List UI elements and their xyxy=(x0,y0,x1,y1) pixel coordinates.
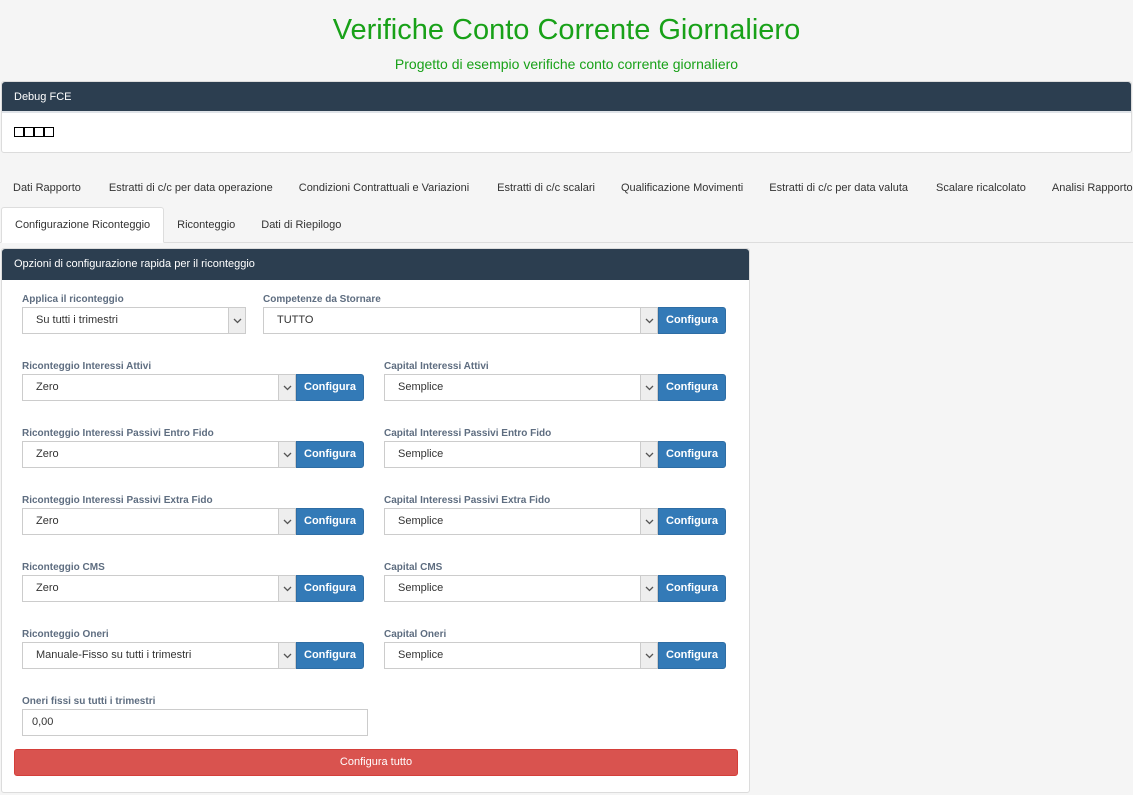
select-value: Zero xyxy=(36,381,59,393)
chevron-down-icon xyxy=(228,308,245,333)
field-label: Competenze da Stornare xyxy=(263,294,381,305)
chevron-down-icon xyxy=(640,442,657,467)
chevron-down-icon xyxy=(640,308,657,333)
chevron-down-icon xyxy=(278,442,295,467)
field-label: Riconteggio Oneri xyxy=(22,629,109,640)
field-label: Oneri fissi su tutti i trimestri xyxy=(22,696,156,707)
debug-glyph xyxy=(14,127,24,137)
tab-qualificazione-movimenti[interactable]: Qualificazione Movimenti xyxy=(608,182,756,194)
field-label: Riconteggio Interessi Passivi Extra Fido xyxy=(22,495,213,506)
field-label: Riconteggio CMS xyxy=(22,562,105,573)
select-value: Semplice xyxy=(398,582,444,594)
ric-cms-select[interactable]: Zero xyxy=(22,575,296,602)
page-subtitle: Progetto di esempio verifiche conto corr… xyxy=(394,56,739,72)
tab-riconteggio[interactable]: Riconteggio xyxy=(164,219,248,231)
field-label: Applica il riconteggio xyxy=(22,294,124,305)
configura-ric-int-pass-extra-button[interactable]: Configura xyxy=(296,508,364,535)
field-label: Capital CMS xyxy=(384,562,443,573)
configura-ric-int-pass-entro-button[interactable]: Configura xyxy=(296,441,364,468)
configura-competenze-button[interactable]: Configura xyxy=(658,307,726,334)
select-value: Semplice xyxy=(398,381,444,393)
select-value: Zero xyxy=(36,582,59,594)
cap-cms-select[interactable]: Semplice xyxy=(384,575,658,602)
configura-ric-int-attivi-button[interactable]: Configura xyxy=(296,374,364,401)
configura-cap-int-pass-extra-button[interactable]: Configura xyxy=(658,508,726,535)
debug-content xyxy=(14,127,54,137)
field-label: Capital Interessi Passivi Extra Fido xyxy=(384,495,551,506)
debug-panel: Debug FCE xyxy=(1,81,1132,153)
field-label: Capital Oneri xyxy=(384,629,447,640)
ric-int-pass-entro-select[interactable]: Zero xyxy=(22,441,296,468)
select-value: TUTTO xyxy=(277,314,314,326)
configura-cap-int-pass-entro-button[interactable]: Configura xyxy=(658,441,726,468)
tab-dati-riepilogo[interactable]: Dati di Riepilogo xyxy=(248,219,354,231)
select-value: Semplice xyxy=(398,515,444,527)
field-label: Capital Interessi Attivi xyxy=(384,361,489,372)
competenze-select[interactable]: TUTTO xyxy=(263,307,658,334)
select-value: Semplice xyxy=(398,448,444,460)
tab-condizioni-contrattuali[interactable]: Condizioni Contrattuali e Variazioni xyxy=(286,182,482,194)
cap-int-pass-extra-select[interactable]: Semplice xyxy=(384,508,658,535)
chevron-down-icon xyxy=(278,375,295,400)
configura-cap-oneri-button[interactable]: Configura xyxy=(658,642,726,669)
debug-glyph xyxy=(24,127,34,137)
chevron-down-icon xyxy=(640,643,657,668)
cap-int-attivi-select[interactable]: Semplice xyxy=(384,374,658,401)
configura-ric-cms-button[interactable]: Configura xyxy=(296,575,364,602)
debug-glyph xyxy=(44,127,54,137)
cap-int-pass-entro-select[interactable]: Semplice xyxy=(384,441,658,468)
chevron-down-icon xyxy=(640,375,657,400)
oneri-fissi-input[interactable]: 0,00 xyxy=(22,709,368,736)
config-panel: Opzioni di configurazione rapida per il … xyxy=(1,248,750,793)
select-value: Zero xyxy=(36,448,59,460)
chevron-down-icon xyxy=(278,576,295,601)
debug-glyph xyxy=(34,127,44,137)
tab-scalare-ricalcolato[interactable]: Scalare ricalcolato xyxy=(923,182,1039,194)
configura-cap-cms-button[interactable]: Configura xyxy=(658,575,726,602)
tabs-secondary: Configurazione Riconteggio Riconteggio D… xyxy=(0,207,1133,243)
config-panel-title: Opzioni di configurazione rapida per il … xyxy=(2,249,749,280)
ric-int-pass-extra-select[interactable]: Zero xyxy=(22,508,296,535)
configura-cap-int-attivi-button[interactable]: Configura xyxy=(658,374,726,401)
tab-estratti-data-operazione[interactable]: Estratti di c/c per data operazione xyxy=(96,182,286,194)
select-value: Su tutti i trimestri xyxy=(36,314,118,326)
select-value: Zero xyxy=(36,515,59,527)
applica-select[interactable]: Su tutti i trimestri xyxy=(22,307,246,334)
tab-estratti-data-valuta[interactable]: Estratti di c/c per data valuta xyxy=(756,182,921,194)
tabs-primary: Dati Rapporto Estratti di c/c per data o… xyxy=(0,175,1133,201)
field-label: Riconteggio Interessi Passivi Entro Fido xyxy=(22,428,214,439)
field-label: Capital Interessi Passivi Entro Fido xyxy=(384,428,552,439)
chevron-down-icon xyxy=(278,643,295,668)
ric-oneri-select[interactable]: Manuale-Fisso su tutti i trimestri xyxy=(22,642,296,669)
chevron-down-icon xyxy=(640,509,657,534)
chevron-down-icon xyxy=(278,509,295,534)
field-label: Riconteggio Interessi Attivi xyxy=(22,361,152,372)
tab-configurazione-riconteggio[interactable]: Configurazione Riconteggio xyxy=(1,207,165,243)
select-value: Semplice xyxy=(398,649,444,661)
tab-analisi-rapporto[interactable]: Analisi Rapporto xyxy=(1039,182,1133,194)
configura-tutto-button[interactable]: Configura tutto xyxy=(14,749,738,776)
ric-int-attivi-select[interactable]: Zero xyxy=(22,374,296,401)
debug-panel-title: Debug FCE xyxy=(2,82,1131,113)
tab-estratti-scalari[interactable]: Estratti di c/c scalari xyxy=(484,182,608,194)
cap-oneri-select[interactable]: Semplice xyxy=(384,642,658,669)
page-title: Verifiche Conto Corrente Giornaliero xyxy=(332,14,801,46)
select-value: Manuale-Fisso su tutti i trimestri xyxy=(36,649,192,661)
chevron-down-icon xyxy=(640,576,657,601)
tab-dati-rapporto[interactable]: Dati Rapporto xyxy=(0,182,94,194)
configura-ric-oneri-button[interactable]: Configura xyxy=(296,642,364,669)
